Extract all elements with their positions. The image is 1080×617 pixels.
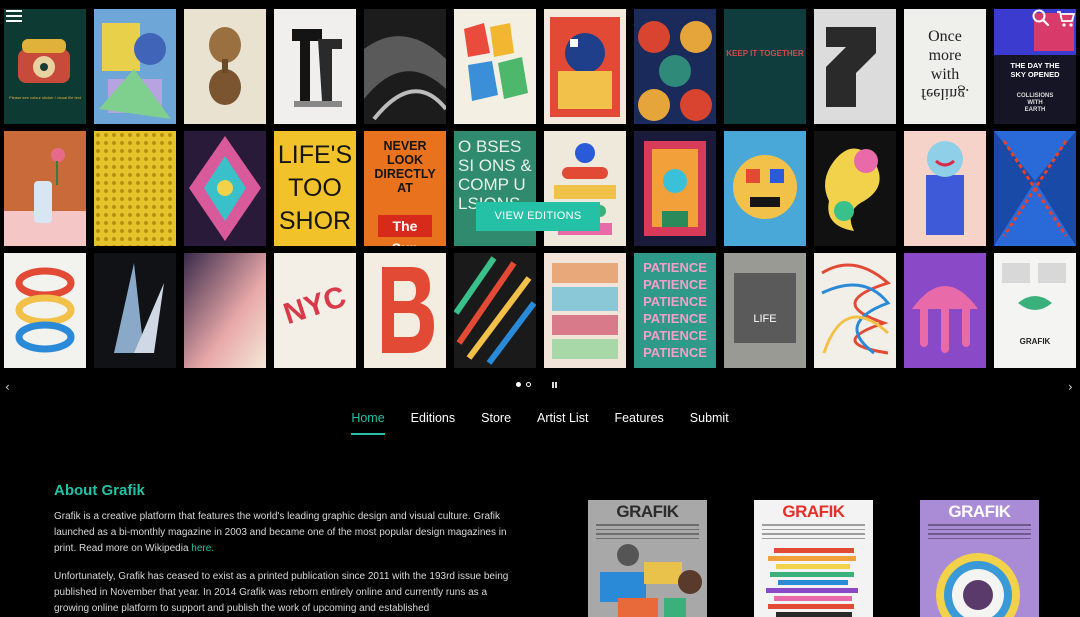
- carousel-dots: [516, 382, 531, 387]
- poster-carousel: Please see colour sticker / visual file …: [4, 9, 1080, 369]
- poster-gradient[interactable]: [184, 253, 266, 368]
- poster-typography-tt[interactable]: [274, 9, 356, 124]
- nav-store[interactable]: Store: [481, 411, 511, 435]
- nav-submit[interactable]: Submit: [690, 411, 729, 435]
- nav-features[interactable]: Features: [614, 411, 663, 435]
- pause-icon[interactable]: [552, 382, 557, 388]
- about-paragraph-1: Grafik is a creative platform that featu…: [54, 509, 514, 557]
- poster-portal[interactable]: [634, 131, 716, 246]
- poster-telephone[interactable]: Please see colour sticker / visual file …: [4, 9, 86, 124]
- cart-icon[interactable]: [1056, 10, 1076, 28]
- poster-rainbow-rings[interactable]: [4, 253, 86, 368]
- magazine-cover-2[interactable]: GRAFIK: [754, 500, 873, 617]
- nav-artist-list[interactable]: Artist List: [537, 411, 588, 435]
- poster-x-shapes[interactable]: [994, 131, 1076, 246]
- poster-yellow-pattern[interactable]: [94, 131, 176, 246]
- poster-patience[interactable]: PATIENCE PATIENCE PATIENCE PATIENCE PATI…: [634, 253, 716, 368]
- poster-arrow-shape[interactable]: [814, 9, 896, 124]
- poster-spray-bottle[interactable]: [4, 131, 86, 246]
- poster-blob-shapes[interactable]: [814, 131, 896, 246]
- poster-grafik-issue[interactable]: GRAFIK: [994, 253, 1076, 368]
- poster-collage-head[interactable]: [724, 131, 806, 246]
- poster-kaleidoscope[interactable]: [184, 131, 266, 246]
- hamburger-icon[interactable]: [6, 10, 22, 22]
- poster-smiling-character[interactable]: [904, 131, 986, 246]
- poster-lifes-too-short[interactable]: LIFE'S TOO SHOR: [274, 131, 356, 246]
- poster-abstract-face[interactable]: [544, 9, 626, 124]
- poster-letter-b[interactable]: [364, 253, 446, 368]
- about-paragraph-2: Unfortunately, Grafik has ceased to exis…: [54, 571, 509, 614]
- poster-spheres[interactable]: [184, 9, 266, 124]
- poster-umbrella[interactable]: [904, 253, 986, 368]
- poster-nyc[interactable]: NYC: [274, 253, 356, 368]
- poster-never-look[interactable]: NEVER LOOK DIRECTLY AT The Sun: [364, 131, 446, 246]
- view-editions-button[interactable]: VIEW EDITIONS: [476, 202, 600, 231]
- chevron-left-icon[interactable]: ‹: [5, 380, 10, 394]
- nav-home[interactable]: Home: [351, 411, 385, 435]
- poster-collage[interactable]: [94, 9, 176, 124]
- chevron-right-icon[interactable]: ›: [1068, 380, 1073, 394]
- magazine-cover-3[interactable]: GRAFIK: [920, 500, 1039, 617]
- nav-editions[interactable]: Editions: [411, 411, 455, 435]
- magazine-cover-1[interactable]: GRAFIK: [588, 500, 707, 617]
- wikipedia-link[interactable]: here.: [191, 543, 214, 554]
- about-paragraph-1-text: Grafik is a creative platform that featu…: [54, 511, 507, 554]
- about-title: About Grafik: [54, 482, 145, 499]
- poster-row: Please see colour sticker / visual file …: [4, 9, 1080, 124]
- poster-scribble-lines[interactable]: [814, 253, 896, 368]
- search-icon[interactable]: [1032, 9, 1050, 27]
- poster-landscape-blocks[interactable]: [544, 253, 626, 368]
- poster-once-more[interactable]: Once more with feeling.: [904, 9, 986, 124]
- poster-geometric-pattern[interactable]: [634, 9, 716, 124]
- main-nav: Home Editions Store Artist List Features…: [0, 411, 1080, 435]
- carousel-dot-2[interactable]: [526, 382, 531, 387]
- poster-life-city[interactable]: LIFE: [724, 253, 806, 368]
- poster-keep-it-together[interactable]: KEEP IT TOGETHER: [724, 9, 806, 124]
- poster-row: NYC PATIENCE PATIENCE PATIENCE PATIENCE …: [4, 253, 1080, 368]
- poster-ok-yup[interactable]: [454, 9, 536, 124]
- poster-marble[interactable]: [364, 9, 446, 124]
- poster-color-sticks[interactable]: [454, 253, 536, 368]
- poster-shards[interactable]: [94, 253, 176, 368]
- carousel-dot-1[interactable]: [516, 382, 521, 387]
